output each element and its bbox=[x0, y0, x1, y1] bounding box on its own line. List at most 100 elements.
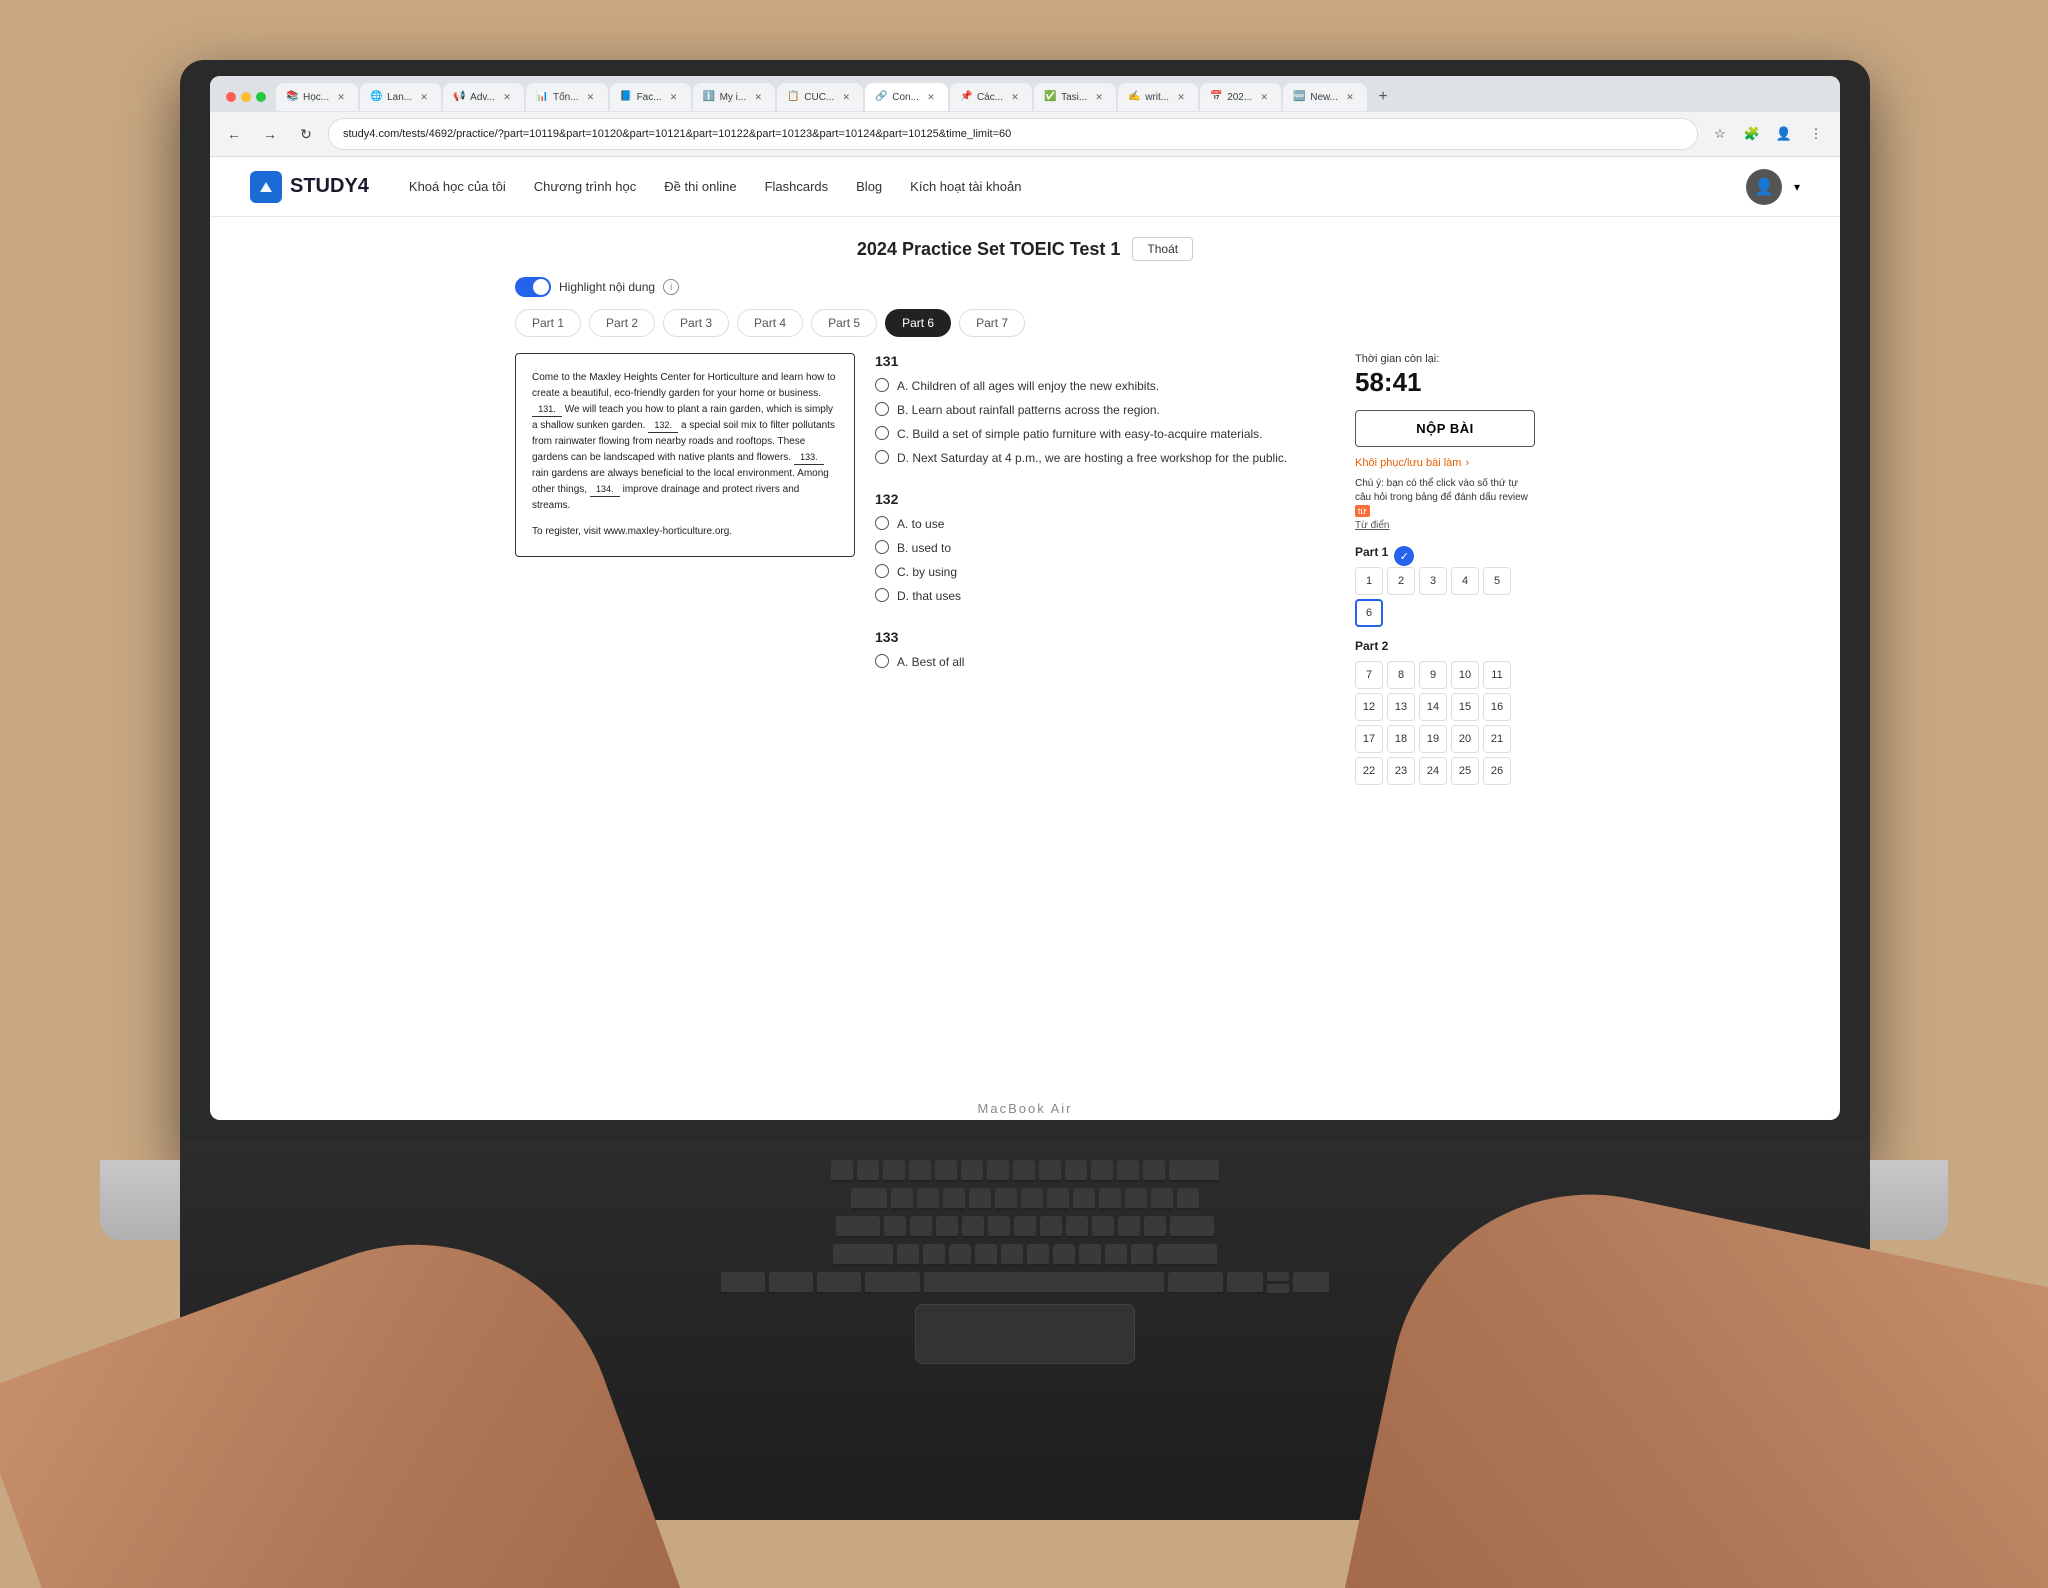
key-h[interactable] bbox=[1014, 1216, 1036, 1238]
browser-tab-3[interactable]: 📢 Adv... ✕ bbox=[443, 83, 524, 111]
key[interactable] bbox=[909, 1160, 931, 1182]
radio-131-b[interactable] bbox=[875, 402, 889, 416]
minimize-dot[interactable] bbox=[241, 92, 251, 102]
tab-close-1[interactable]: ✕ bbox=[334, 90, 348, 104]
radio-131-c[interactable] bbox=[875, 426, 889, 440]
close-dot[interactable] bbox=[226, 92, 236, 102]
key-p[interactable] bbox=[1125, 1188, 1147, 1210]
num-cell-9[interactable]: 9 bbox=[1419, 661, 1447, 689]
num-cell-4[interactable]: 4 bbox=[1451, 567, 1479, 595]
key[interactable] bbox=[857, 1160, 879, 1182]
arrow-down-key[interactable] bbox=[1267, 1284, 1289, 1294]
key-q[interactable] bbox=[891, 1188, 913, 1210]
option-132-c[interactable]: C. by using bbox=[875, 563, 1335, 581]
key[interactable] bbox=[961, 1160, 983, 1182]
browser-tab-8[interactable]: 🔗 Con... ✕ bbox=[865, 83, 948, 111]
key-u[interactable] bbox=[1047, 1188, 1069, 1210]
option-132-b[interactable]: B. used to bbox=[875, 539, 1335, 557]
num-cell-2[interactable]: 2 bbox=[1387, 567, 1415, 595]
option-132-d[interactable]: D. that uses bbox=[875, 587, 1335, 605]
vocab-link[interactable]: Từ điển bbox=[1355, 520, 1390, 531]
tab-close-3[interactable]: ✕ bbox=[500, 90, 514, 104]
tab-close-5[interactable]: ✕ bbox=[667, 90, 681, 104]
num-cell-12[interactable]: 12 bbox=[1355, 693, 1383, 721]
menu-button[interactable]: ⋮ bbox=[1802, 120, 1830, 148]
num-cell-17[interactable]: 17 bbox=[1355, 725, 1383, 753]
reload-button[interactable]: ↻ bbox=[292, 120, 320, 148]
option-133-a[interactable]: A. Best of all bbox=[875, 653, 1335, 671]
nav-blog[interactable]: Blog bbox=[856, 179, 882, 194]
return-key[interactable] bbox=[1170, 1216, 1214, 1238]
radio-132-c[interactable] bbox=[875, 564, 889, 578]
exit-button[interactable]: Thoát bbox=[1132, 237, 1193, 261]
profile-button[interactable]: 👤 bbox=[1770, 120, 1798, 148]
num-cell-5[interactable]: 5 bbox=[1483, 567, 1511, 595]
option-131-c[interactable]: C. Build a set of simple patio furniture… bbox=[875, 425, 1335, 443]
num-cell-23[interactable]: 23 bbox=[1387, 757, 1415, 785]
key-k[interactable] bbox=[1066, 1216, 1088, 1238]
key-a[interactable] bbox=[884, 1216, 906, 1238]
key[interactable] bbox=[1177, 1188, 1199, 1210]
key[interactable] bbox=[1144, 1216, 1166, 1238]
key[interactable] bbox=[987, 1160, 1009, 1182]
arrow-up-key[interactable] bbox=[1267, 1272, 1289, 1282]
nav-de-thi[interactable]: Đề thi online bbox=[664, 179, 736, 194]
num-cell-26[interactable]: 26 bbox=[1483, 757, 1511, 785]
radio-131-a[interactable] bbox=[875, 378, 889, 392]
bookmark-button[interactable]: ☆ bbox=[1706, 120, 1734, 148]
key[interactable] bbox=[1065, 1160, 1087, 1182]
command-right-key[interactable] bbox=[1168, 1272, 1223, 1294]
key[interactable] bbox=[1117, 1160, 1139, 1182]
browser-tab-10[interactable]: ✅ Tasi... ✕ bbox=[1034, 83, 1116, 111]
key-g[interactable] bbox=[988, 1216, 1010, 1238]
key[interactable] bbox=[1105, 1244, 1127, 1266]
key-w[interactable] bbox=[917, 1188, 939, 1210]
user-avatar-button[interactable]: 👤 bbox=[1746, 169, 1782, 205]
nav-khoa-hoc[interactable]: Khoá học của tôi bbox=[409, 179, 506, 194]
key[interactable] bbox=[1079, 1244, 1101, 1266]
option-131-b[interactable]: B. Learn about rainfall patterns across … bbox=[875, 401, 1335, 419]
browser-tab-2[interactable]: 🌐 Lan... ✕ bbox=[360, 83, 441, 111]
tab-close-12[interactable]: ✕ bbox=[1257, 90, 1271, 104]
num-cell-8[interactable]: 8 bbox=[1387, 661, 1415, 689]
shift-left-key[interactable] bbox=[833, 1244, 893, 1266]
tab-close-2[interactable]: ✕ bbox=[417, 90, 431, 104]
num-cell-10[interactable]: 10 bbox=[1451, 661, 1479, 689]
tab-part2[interactable]: Part 2 bbox=[589, 309, 655, 337]
radio-133-a[interactable] bbox=[875, 654, 889, 668]
key[interactable] bbox=[1143, 1160, 1165, 1182]
key[interactable] bbox=[1131, 1244, 1153, 1266]
key-l[interactable] bbox=[1092, 1216, 1114, 1238]
nav-kich-hoat[interactable]: Kích hoạt tài khoản bbox=[910, 179, 1021, 194]
num-cell-25[interactable]: 25 bbox=[1451, 757, 1479, 785]
num-cell-11[interactable]: 11 bbox=[1483, 661, 1511, 689]
user-dropdown-arrow[interactable]: ▾ bbox=[1794, 180, 1800, 194]
url-bar[interactable]: study4.com/tests/4692/practice/?part=101… bbox=[328, 118, 1698, 150]
extensions-button[interactable]: 🧩 bbox=[1738, 120, 1766, 148]
num-cell-7[interactable]: 7 bbox=[1355, 661, 1383, 689]
key[interactable] bbox=[883, 1160, 905, 1182]
tab-part5[interactable]: Part 5 bbox=[811, 309, 877, 337]
trackpad[interactable] bbox=[915, 1304, 1135, 1364]
arrow-right-key[interactable] bbox=[1293, 1272, 1329, 1294]
key[interactable] bbox=[1118, 1216, 1140, 1238]
key[interactable] bbox=[1091, 1160, 1113, 1182]
key-x[interactable] bbox=[923, 1244, 945, 1266]
nav-chuong-trinh[interactable]: Chương trình học bbox=[534, 179, 637, 194]
radio-132-d[interactable] bbox=[875, 588, 889, 602]
key-n[interactable] bbox=[1027, 1244, 1049, 1266]
option-131-d[interactable]: D. Next Saturday at 4 p.m., we are hosti… bbox=[875, 449, 1335, 467]
nav-flashcards[interactable]: Flashcards bbox=[765, 179, 829, 194]
info-icon[interactable]: i bbox=[663, 279, 679, 295]
browser-tab-1[interactable]: 📚 Học... ✕ bbox=[276, 83, 358, 111]
num-cell-1[interactable]: 1 bbox=[1355, 567, 1383, 595]
new-tab-button[interactable]: + bbox=[1369, 83, 1397, 111]
key[interactable] bbox=[935, 1160, 957, 1182]
tab-part4[interactable]: Part 4 bbox=[737, 309, 803, 337]
back-button[interactable]: ← bbox=[220, 120, 248, 148]
num-cell-19[interactable]: 19 bbox=[1419, 725, 1447, 753]
fn-key[interactable] bbox=[721, 1272, 765, 1294]
caps-key[interactable] bbox=[836, 1216, 880, 1238]
key-b[interactable] bbox=[1001, 1244, 1023, 1266]
key-o[interactable] bbox=[1099, 1188, 1121, 1210]
